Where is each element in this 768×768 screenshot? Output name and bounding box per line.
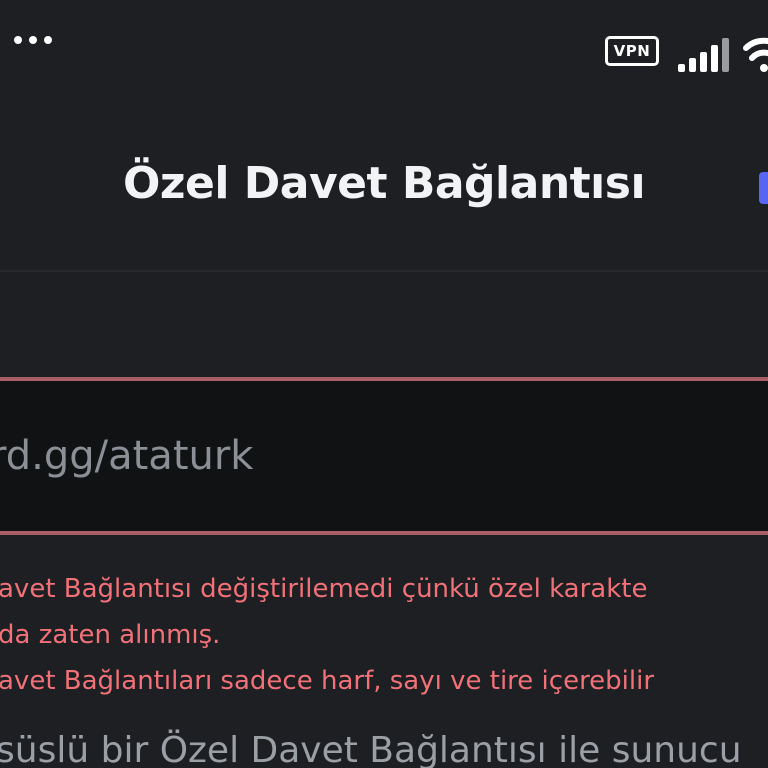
invite-link-value: rd.gg/ataturk [0,433,254,479]
more-dots-icon [14,36,52,44]
save-button[interactable] [759,172,768,204]
page-title: Özel Davet Bağlantısı [122,158,646,209]
invite-link-input[interactable]: rd.gg/ataturk [0,377,768,535]
status-bar: VPN [0,0,768,100]
wifi-icon [743,37,768,72]
error-line: avet Bağlantısı değiştirilemedi çünkü öz… [0,574,648,604]
error-messages: avet Bağlantısı değiştirilemedi çünkü öz… [0,566,768,704]
screen: VPN Özel Davet Bağlantısı rd.gg/ataturk … [0,0,768,768]
vpn-icon: VPN [605,36,659,66]
header: Özel Davet Bağlantısı [0,100,768,272]
error-line: da zaten alınmış. [0,620,221,650]
signal-icon [678,38,729,72]
error-line: avet Bağlantıları sadece harf, sayı ve t… [0,666,655,696]
helper-text: süslü bir Özel Davet Bağlantısı ile sunu… [0,730,742,768]
